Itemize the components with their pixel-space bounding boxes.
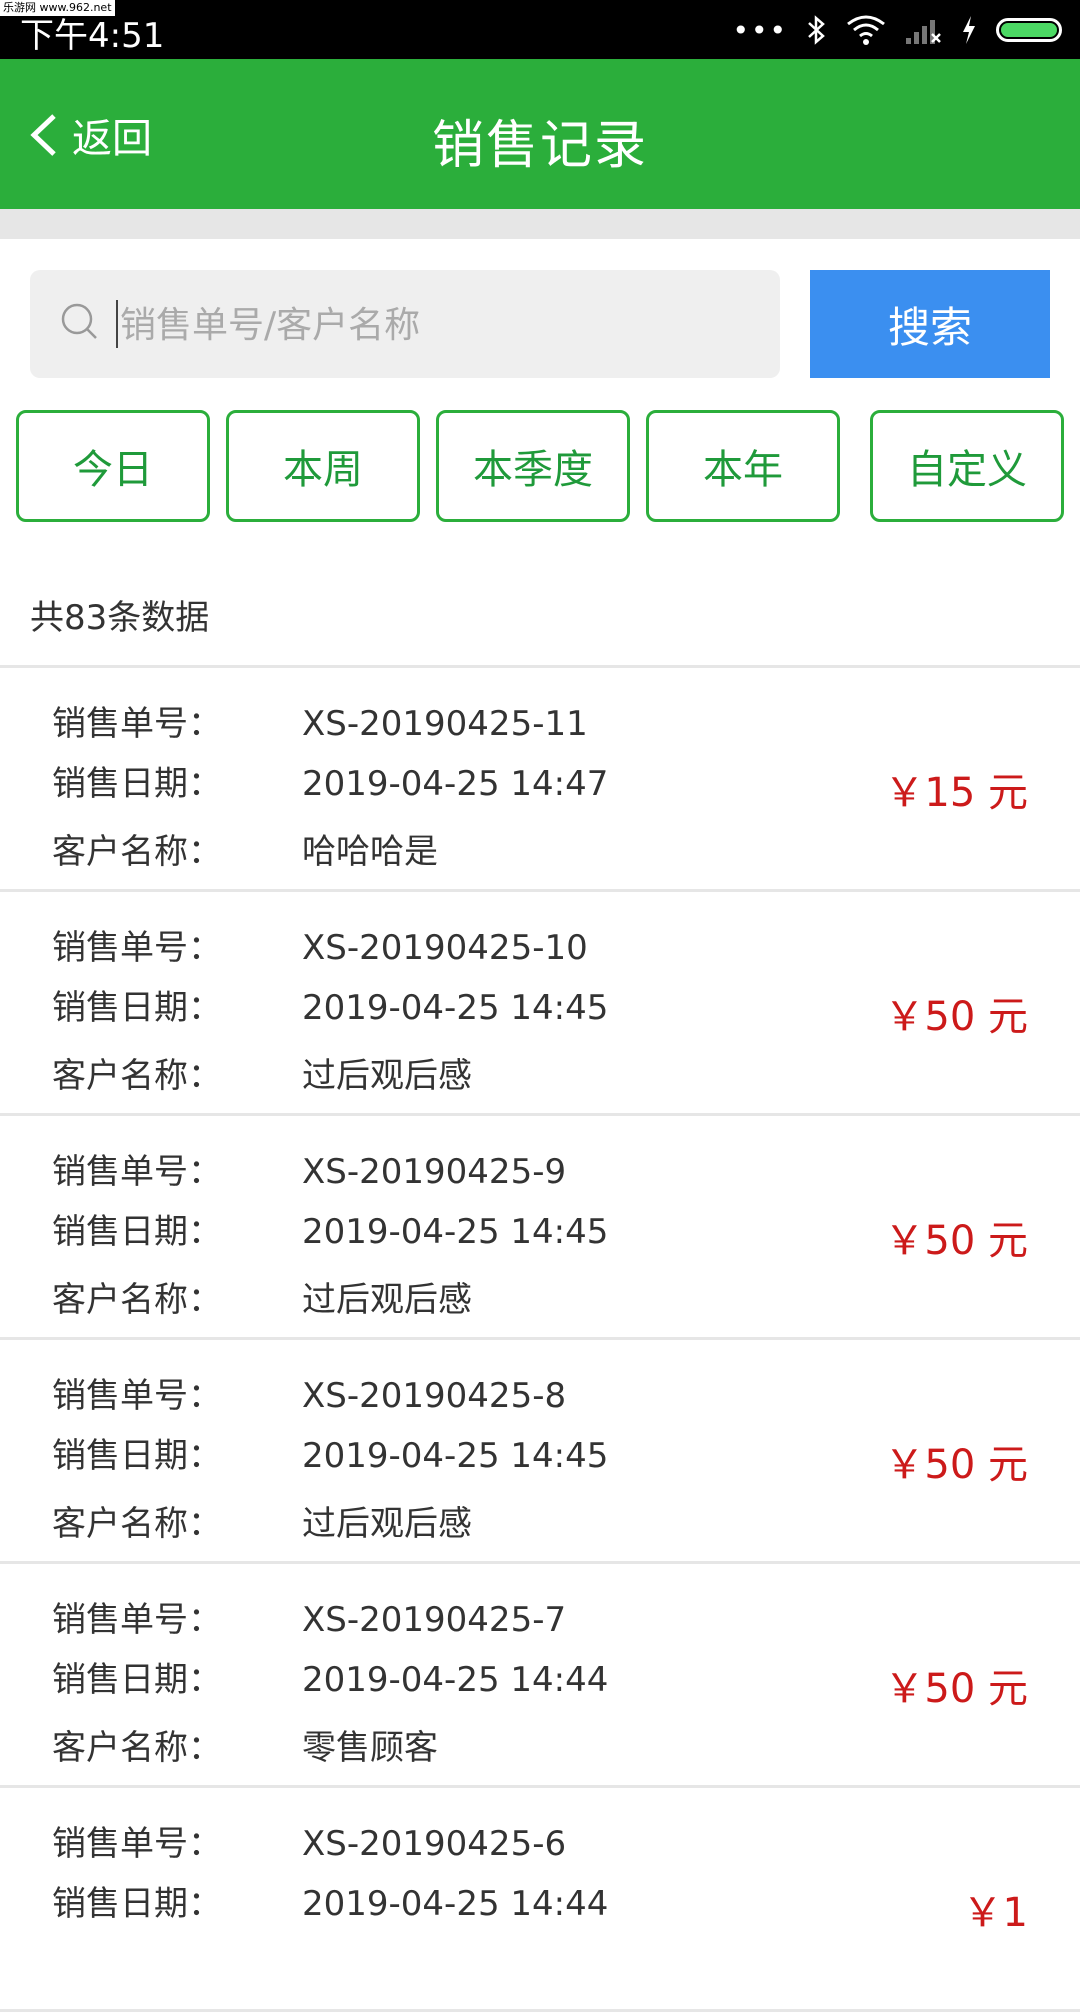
amount-value: ￥50 元 (884, 1218, 1028, 1264)
date-label: 销售日期： (52, 1660, 222, 1700)
customer-label: 客户名称： (52, 832, 222, 872)
date-value: 2019-04-25 14:45 (302, 988, 609, 1028)
record-count: 共83条数据 (30, 598, 210, 638)
date-row: 销售日期： 2019-04-25 14:45 (52, 1204, 608, 1253)
date-value: 2019-04-25 14:44 (302, 1660, 609, 1700)
order-no-label: 销售单号： (52, 1152, 222, 1192)
customer-row: 客户名称： 过后观后感 (52, 1496, 472, 1545)
sales-record-item[interactable]: 销售单号： XS-20190425-8 销售日期： 2019-04-25 14:45… (0, 1340, 1080, 1564)
date-row: 销售日期： 2019-04-25 14:44 (52, 1876, 608, 1925)
wifi-icon (847, 15, 885, 45)
search-button[interactable]: 搜索 (810, 270, 1050, 378)
order-no-value: XS-20190425-6 (302, 1824, 567, 1864)
status-bar: 乐游网 www.962.net 下午4:51 ••• (0, 0, 1080, 59)
customer-value: 哈哈哈是 (302, 832, 438, 872)
amount-value: ￥50 元 (884, 1442, 1028, 1488)
date-label: 销售日期： (52, 1436, 222, 1476)
filter-year-button[interactable]: 本年 (646, 410, 840, 522)
app-header: 返回 销售记录 (0, 59, 1080, 209)
sales-record-item[interactable]: 销售单号： XS-20190425-9 销售日期： 2019-04-25 14:45… (0, 1116, 1080, 1340)
date-row: 销售日期： 2019-04-25 14:47 (52, 756, 608, 805)
customer-row: 客户名称： 过后观后感 (52, 1272, 472, 1321)
amount-value: ￥1 (962, 1890, 1028, 1936)
date-label: 销售日期： (52, 1212, 222, 1252)
date-row: 销售日期： 2019-04-25 14:45 (52, 980, 608, 1029)
order-no-label: 销售单号： (52, 704, 222, 744)
order-no-value: XS-20190425-7 (302, 1600, 567, 1640)
battery-icon (996, 18, 1062, 42)
order-no-value: XS-20190425-10 (302, 928, 588, 968)
date-label: 销售日期： (52, 1884, 222, 1924)
date-label: 销售日期： (52, 988, 222, 1028)
date-row: 销售日期： 2019-04-25 14:44 (52, 1652, 608, 1701)
page-title: 销售记录 (431, 116, 648, 176)
more-dots-icon: ••• (732, 13, 788, 47)
amount-value: ￥15 元 (884, 770, 1028, 816)
order-no-row: 销售单号： XS-20190425-10 (52, 920, 588, 969)
status-time: 下午4:51 (20, 16, 165, 56)
order-no-label: 销售单号： (52, 1824, 222, 1864)
order-no-label: 销售单号： (52, 1376, 222, 1416)
order-no-row: 销售单号： XS-20190425-7 (52, 1592, 566, 1641)
order-no-row: 销售单号： XS-20190425-11 (52, 696, 588, 745)
date-label: 销售日期： (52, 764, 222, 804)
order-no-value: XS-20190425-11 (302, 704, 588, 744)
battery-fill (1001, 23, 1057, 37)
order-no-value: XS-20190425-8 (302, 1376, 567, 1416)
date-value: 2019-04-25 14:44 (302, 1884, 609, 1924)
search-input[interactable] (118, 270, 762, 380)
search-icon (61, 303, 97, 339)
customer-label: 客户名称： (52, 1504, 222, 1544)
order-no-row: 销售单号： XS-20190425-9 (52, 1144, 566, 1193)
filter-quarter-button[interactable]: 本季度 (436, 410, 630, 522)
customer-row: 客户名称： 过后观后感 (52, 1048, 472, 1097)
cellular-signal-icon (906, 20, 941, 44)
order-no-row: 销售单号： XS-20190425-8 (52, 1368, 566, 1417)
order-no-row: 销售单号： XS-20190425-6 (52, 1816, 566, 1865)
date-row: 销售日期： 2019-04-25 14:45 (52, 1428, 608, 1477)
customer-label: 客户名称： (52, 1728, 222, 1768)
order-no-label: 销售单号： (52, 1600, 222, 1640)
filter-custom-button[interactable]: 自定义 (870, 410, 1064, 522)
bluetooth-icon (808, 15, 825, 45)
filter-week-button[interactable]: 本周 (226, 410, 420, 522)
amount-value: ￥50 元 (884, 994, 1028, 1040)
search-box[interactable] (30, 270, 780, 380)
sales-record-item[interactable]: 销售单号： XS-20190425-11 销售日期： 2019-04-25 14:4… (0, 668, 1080, 892)
date-filter-bar: 今日 本周 本季度 本年 自定义 (0, 410, 1080, 526)
customer-value: 过后观后感 (302, 1504, 472, 1544)
date-value: 2019-04-25 14:45 (302, 1212, 609, 1252)
sales-record-item[interactable]: 销售单号： XS-20190425-7 销售日期： 2019-04-25 14:44… (0, 1564, 1080, 1788)
filter-today-button[interactable]: 今日 (16, 410, 210, 522)
order-no-value: XS-20190425-9 (302, 1152, 567, 1192)
customer-label: 客户名称： (52, 1056, 222, 1096)
header-divider (0, 209, 1080, 239)
sales-record-item[interactable]: 销售单号： XS-20190425-10 销售日期： 2019-04-25 14:4… (0, 892, 1080, 1116)
sales-record-item[interactable]: 销售单号： XS-20190425-6 销售日期： 2019-04-25 14:44… (0, 1788, 1080, 2012)
customer-label: 客户名称： (52, 1280, 222, 1320)
customer-row: 客户名称： 零售顾客 (52, 1720, 438, 1769)
sales-record-list: 销售单号： XS-20190425-11 销售日期： 2019-04-25 14:4… (0, 668, 1080, 2012)
customer-row: 客户名称： 哈哈哈是 (52, 824, 438, 873)
status-icons: ••• (732, 12, 1062, 48)
customer-value: 过后观后感 (302, 1056, 472, 1096)
customer-value: 过后观后感 (302, 1280, 472, 1320)
order-no-label: 销售单号： (52, 928, 222, 968)
customer-value: 零售顾客 (302, 1728, 438, 1768)
date-value: 2019-04-25 14:47 (302, 764, 609, 804)
amount-value: ￥50 元 (884, 1666, 1028, 1712)
charging-icon (963, 16, 975, 44)
date-value: 2019-04-25 14:45 (302, 1436, 609, 1476)
